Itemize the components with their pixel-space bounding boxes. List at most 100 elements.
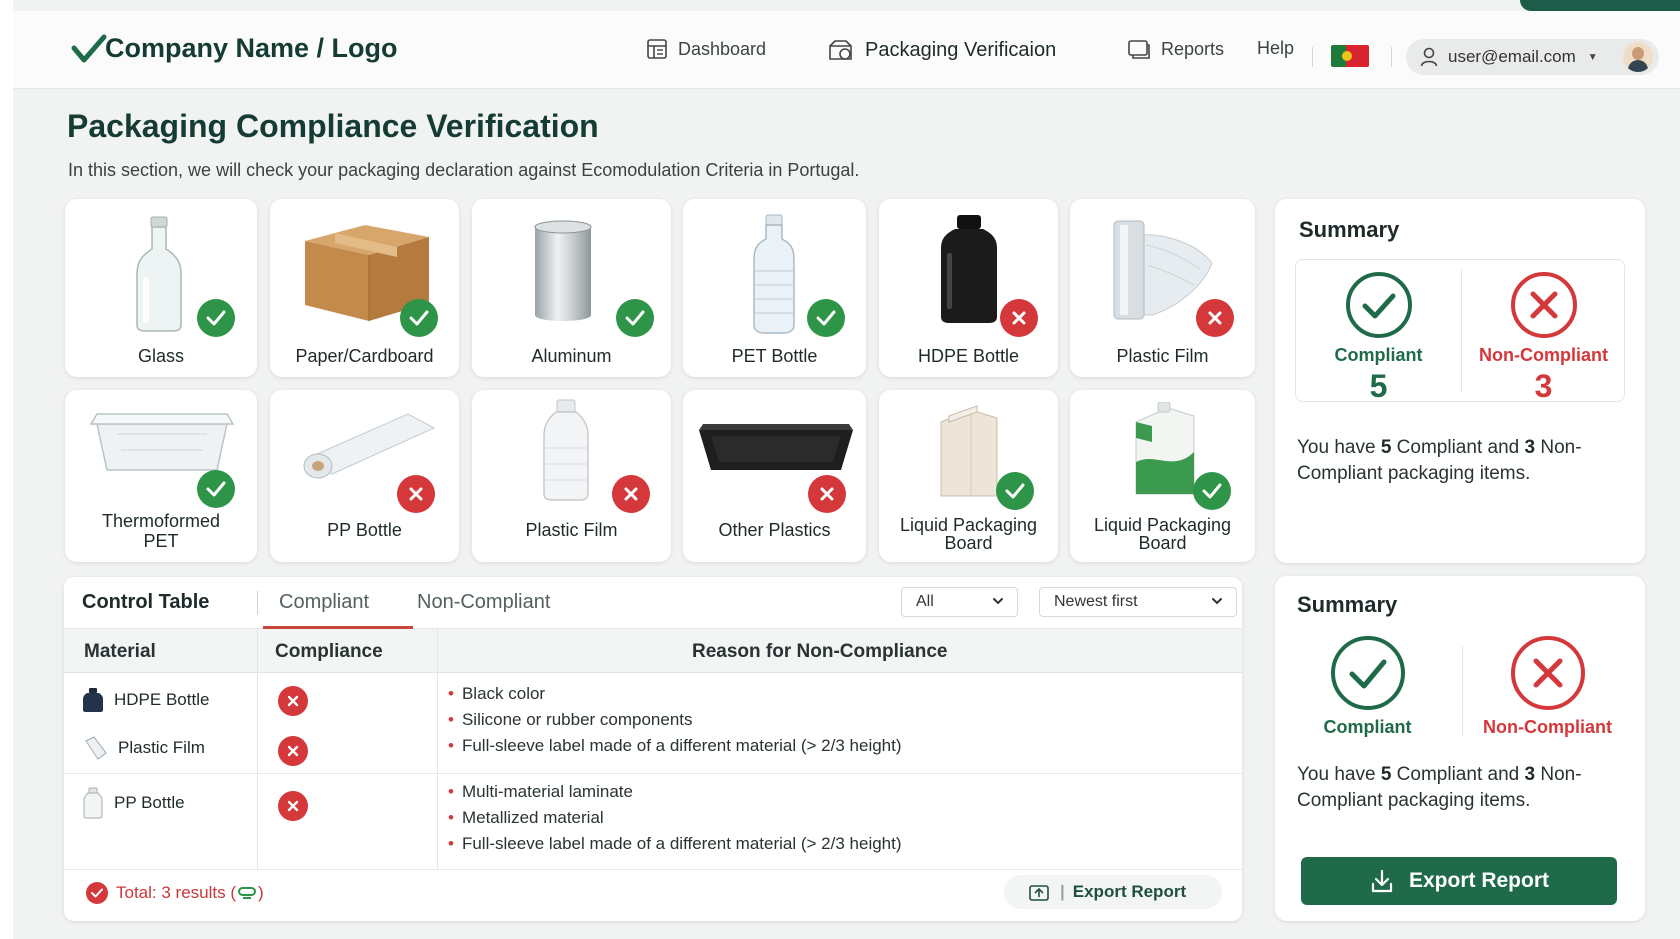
non-compliant-stat: Non-Compliant 3 <box>1461 270 1626 405</box>
plastic-film-icon <box>85 736 107 760</box>
non-compliant-label: Non-Compliant <box>1479 345 1608 365</box>
top-navigation-bar: Company Name / Logo Dashboard Packaging … <box>13 11 1680 89</box>
aluminum-can-image <box>534 220 592 321</box>
non-compliant-label: Non-Compliant <box>1483 717 1612 737</box>
x-icon <box>287 800 299 812</box>
x-circle-icon <box>1510 636 1585 710</box>
table-row-material[interactable]: Plastic Film <box>82 735 205 761</box>
material-label: Paper/Cardboard <box>295 346 434 366</box>
material-label-line1: Liquid Packaging <box>1093 515 1232 535</box>
summary-title: Summary <box>1297 592 1398 617</box>
table-row-material-label: Plastic Film <box>118 738 205 757</box>
export-report-button[interactable]: Export Report <box>1301 857 1617 905</box>
carton-image <box>940 405 998 497</box>
table-row-material[interactable]: PP Bottle <box>82 787 185 819</box>
filter-select-value: All <box>916 593 934 610</box>
table-total: Total: 3 results ( ) <box>86 882 264 904</box>
summary-panel-top: Summary Compliant 5 Non-Compliant 3 You … <box>1275 199 1645 563</box>
non-compliant-count: 3 <box>1534 368 1553 404</box>
material-label: Other Plastics <box>718 520 831 540</box>
compliant-label: Compliant <box>1334 345 1423 365</box>
column-header-material[interactable]: Material <box>84 641 156 663</box>
compliant-badge <box>197 470 235 508</box>
non-compliant-badge <box>612 475 650 513</box>
reason-item: Multi-material laminate <box>448 782 633 802</box>
app-window: Company Name / Logo Dashboard Packaging … <box>13 0 1680 939</box>
check-circle-icon <box>1345 272 1412 338</box>
summary-text: You have 5 Compliant and 3 Non-Compliant… <box>1297 764 1582 811</box>
nav-help-label: Help <box>1257 38 1295 58</box>
material-card-thermoformed-pet[interactable]: Thermoformed PET <box>65 390 257 562</box>
export-icon <box>1029 885 1049 901</box>
compliant-count: 5 <box>1369 368 1388 404</box>
material-card-pp-bottle[interactable]: PP Bottle <box>270 390 459 562</box>
non-compliant-badge <box>278 736 308 766</box>
check-icon <box>206 481 226 497</box>
white-plastic-bottle-image <box>543 399 589 501</box>
page-title: Packaging Compliance Verification <box>67 108 599 144</box>
tab-non-compliant[interactable]: Non-Compliant <box>417 591 550 614</box>
material-label: PP Bottle <box>327 520 402 540</box>
check-circle-icon <box>1330 636 1405 710</box>
tab-compliant[interactable]: Compliant <box>279 591 369 614</box>
results-icon <box>238 887 256 899</box>
table-row-material[interactable]: HDPE Bottle <box>82 687 209 713</box>
check-icon <box>1005 483 1025 499</box>
non-compliant-badge <box>1196 299 1234 337</box>
x-circle-icon <box>1510 272 1577 338</box>
material-card-hdpe-bottle[interactable]: HDPE Bottle <box>879 199 1058 377</box>
table-export-report-button[interactable]: | Export Report <box>1004 875 1222 909</box>
chevron-down-icon <box>993 598 1003 605</box>
sort-select-value: Newest first <box>1054 593 1138 610</box>
reports-icon <box>1127 38 1151 60</box>
check-icon <box>1202 483 1222 499</box>
table-export-report-label: Export Report <box>1072 882 1187 901</box>
tab-control-table[interactable]: Control Table <box>82 591 209 614</box>
nav-reports[interactable]: Reports <box>1127 38 1224 60</box>
compliant-stat: Compliant 5 <box>1296 270 1461 405</box>
filter-select[interactable]: All <box>901 587 1018 617</box>
flag-icon[interactable] <box>1331 45 1369 67</box>
compliant-badge <box>400 299 438 337</box>
company-logo[interactable]: Company Name / Logo <box>71 33 398 64</box>
nav-separator <box>1391 47 1392 67</box>
avatar[interactable] <box>1623 42 1653 72</box>
chevron-down-icon <box>1212 598 1222 605</box>
compliant-badge <box>807 299 845 337</box>
compliant-badge <box>1193 472 1231 510</box>
material-card-liquid-packaging-board[interactable]: Liquid Packaging Board <box>879 390 1058 562</box>
x-icon <box>287 695 299 707</box>
compliant-stat: Compliant <box>1285 634 1450 738</box>
material-label: PET Bottle <box>731 346 818 366</box>
material-label-line2: Board <box>944 533 993 553</box>
nav-dashboard[interactable]: Dashboard <box>646 38 766 60</box>
material-label-line2: Board <box>1138 533 1187 553</box>
black-tray-image <box>699 424 853 470</box>
material-card-plastic-film[interactable]: Plastic Film <box>1070 199 1255 377</box>
download-icon <box>1371 869 1393 893</box>
compliant-label: Compliant <box>1323 717 1412 737</box>
green-carton-image <box>1135 402 1195 495</box>
x-icon <box>820 487 834 501</box>
material-card-pet-bottle[interactable]: PET Bottle <box>683 199 866 377</box>
nav-packaging-verification[interactable]: Packaging Verificaion <box>827 38 1056 62</box>
column-header-compliance[interactable]: Compliance <box>275 641 383 663</box>
dashboard-icon <box>646 38 668 60</box>
x-icon <box>624 487 638 501</box>
non-compliant-badge <box>278 686 308 716</box>
nav-help[interactable]: Help <box>1257 38 1294 59</box>
material-card-paper-cardboard[interactable]: Paper/Cardboard <box>270 199 459 377</box>
reason-item: Silicone or rubber components <box>448 710 693 730</box>
table-header: Material Compliance Reason for Non-Compl… <box>64 629 1242 673</box>
material-card-other-plastics[interactable]: Other Plastics <box>683 390 866 562</box>
material-label: HDPE Bottle <box>917 346 1020 366</box>
column-header-reason[interactable]: Reason for Non-Compliance <box>692 641 947 663</box>
material-card-glass[interactable]: Glass <box>65 199 257 377</box>
user-menu[interactable]: user@email.com ▼ <box>1406 39 1659 75</box>
sort-select[interactable]: Newest first <box>1039 587 1237 617</box>
material-card-plastic-film-2[interactable]: Plastic Film <box>472 390 671 562</box>
material-card-liquid-packaging-board-2[interactable]: Liquid Packaging Board <box>1070 390 1255 562</box>
logo-check-icon <box>71 34 107 62</box>
material-card-aluminum[interactable]: Aluminum <box>472 199 671 377</box>
summary-text: You have 5 Compliant and 3 Non-Compliant… <box>1297 437 1582 484</box>
